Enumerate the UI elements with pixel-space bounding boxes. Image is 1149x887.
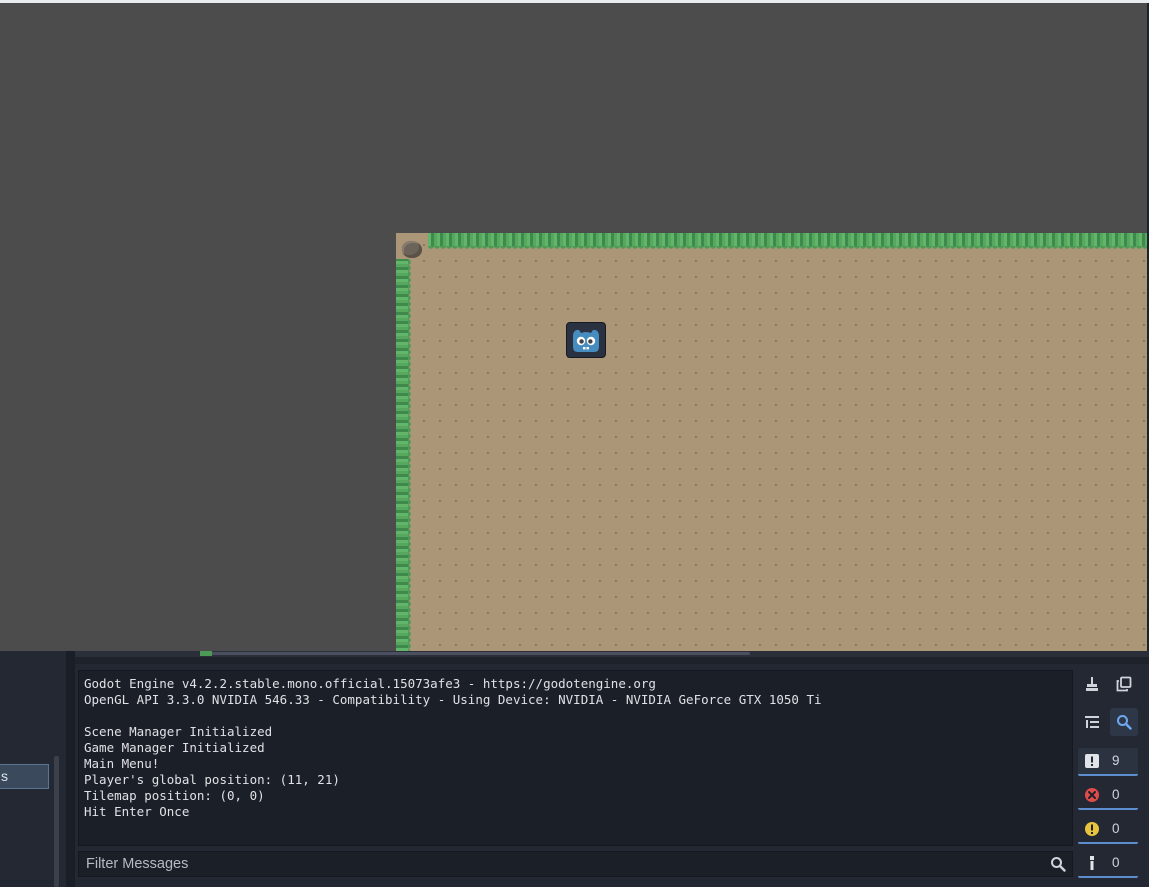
log-line: OpenGL API 3.3.0 NVIDIA 546.33 - Compati… [84, 692, 822, 707]
log-line: Godot Engine v4.2.2.stable.mono.official… [84, 676, 656, 691]
godot-robot-icon [573, 329, 599, 352]
toggle-warnings-button[interactable]: 0 [1078, 816, 1138, 844]
output-log[interactable]: Godot Engine v4.2.2.stable.mono.official… [78, 670, 1073, 846]
left-dock-scrollbar[interactable] [54, 756, 59, 887]
toggle-editor-messages-button[interactable]: 0 [1078, 850, 1138, 878]
copy-icon [1116, 676, 1132, 692]
error-icon [1085, 788, 1099, 802]
left-dock-tab[interactable]: s [0, 764, 49, 789]
corner-rock [402, 241, 422, 258]
log-line: Main Menu! [84, 756, 160, 771]
errors-count: 0 [1112, 787, 1120, 802]
dock-divider[interactable] [66, 651, 75, 887]
grass-edge-left [396, 259, 412, 651]
warnings-count: 0 [1112, 821, 1120, 836]
message-icon [1085, 754, 1099, 768]
broom-icon [1086, 677, 1098, 691]
search-icon [1051, 857, 1066, 872]
warning-icon [1085, 822, 1099, 836]
search-icon [1117, 715, 1132, 730]
editor-message-icon [1090, 856, 1094, 870]
log-line: Hit Enter Once [84, 804, 190, 819]
scroll-marker [200, 651, 212, 656]
log-line: Game Manager Initialized [84, 740, 265, 755]
grass-edge-top [428, 233, 1147, 250]
filter-box [78, 851, 1073, 877]
clear-log-button[interactable] [1078, 670, 1106, 698]
log-line: Player's global position: (11, 21) [84, 772, 340, 787]
log-line: Tilemap position: (0, 0) [84, 788, 265, 803]
messages-count: 9 [1112, 753, 1120, 768]
tilemap [396, 233, 1147, 651]
copy-log-button[interactable] [1110, 670, 1138, 698]
filter-messages-input[interactable] [79, 852, 1039, 876]
game-viewport[interactable] [0, 3, 1147, 651]
toggle-messages-button[interactable]: 9 [1078, 748, 1138, 776]
collapse-icon [1085, 716, 1099, 728]
toggle-errors-button[interactable]: 0 [1078, 782, 1138, 810]
collapse-duplicates-button[interactable] [1078, 708, 1106, 736]
player-sprite [566, 322, 606, 358]
horizontal-scroll-thumb[interactable] [200, 652, 750, 655]
log-line: Scene Manager Initialized [84, 724, 273, 739]
toggle-search-button[interactable] [1110, 708, 1138, 736]
editor-messages-count: 0 [1112, 855, 1120, 870]
